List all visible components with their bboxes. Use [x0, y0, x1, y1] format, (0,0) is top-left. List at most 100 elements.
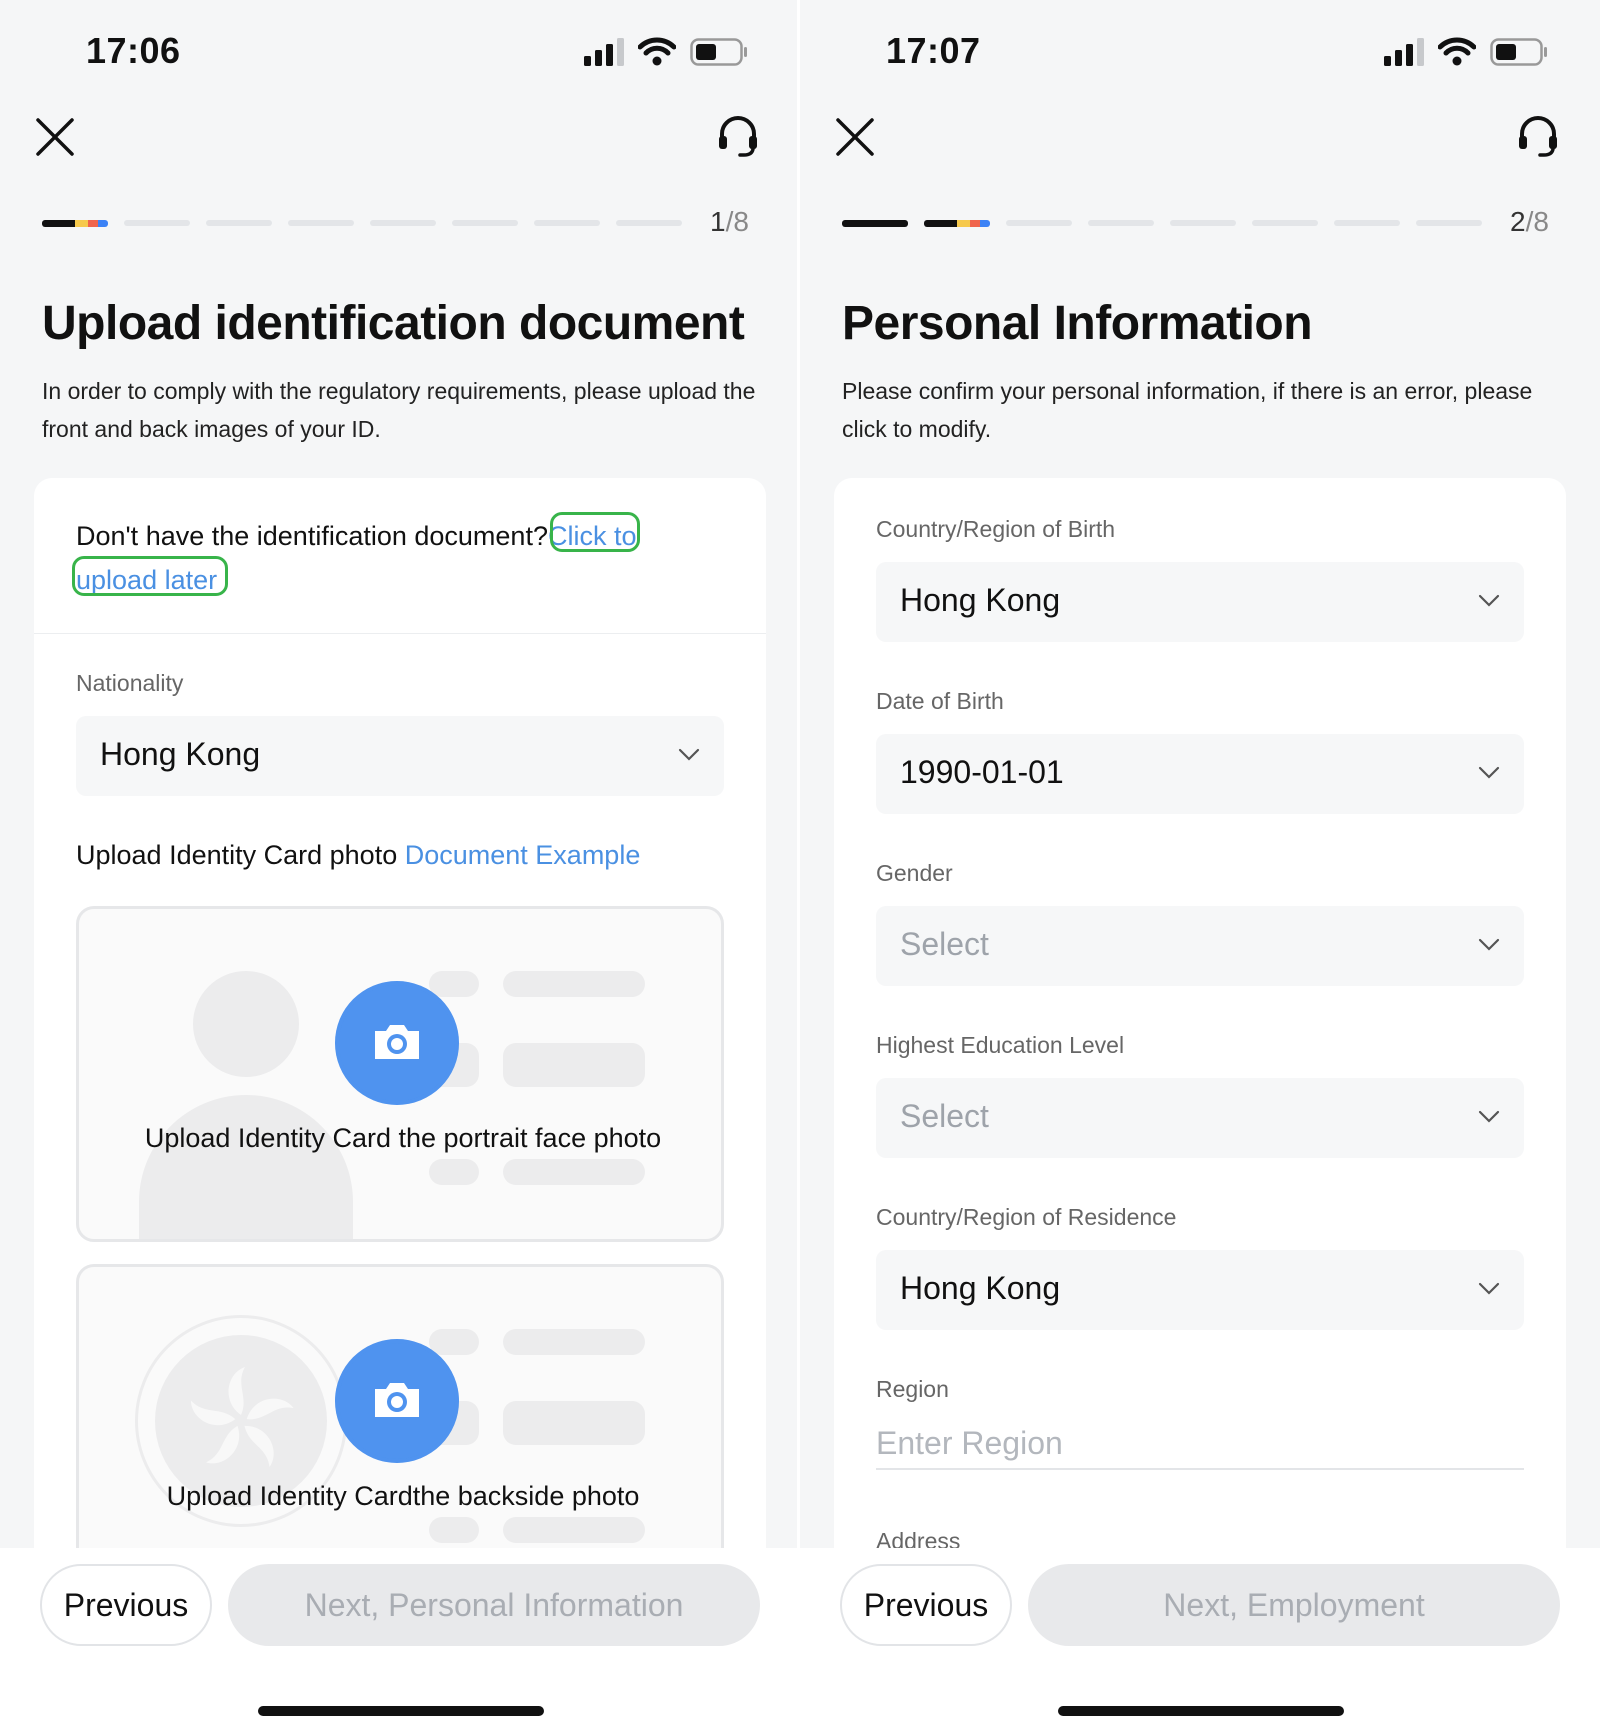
progress-segment	[206, 220, 272, 226]
headset-icon[interactable]	[1516, 114, 1560, 158]
education-placeholder: Select	[900, 1098, 989, 1134]
step-counter: 2/8	[1510, 206, 1549, 238]
placeholder-line	[429, 971, 479, 997]
battery-icon	[1490, 38, 1547, 66]
camera-button[interactable]	[335, 1339, 459, 1463]
upload-section-title: Upload Identity Card photo Document Exam…	[76, 840, 640, 871]
chevron-down-icon	[1478, 766, 1500, 779]
step-current: 1	[710, 206, 726, 237]
highlight-box	[72, 556, 228, 596]
education-select[interactable]: Select	[876, 1078, 1524, 1158]
upload-card: Don't have the identification document?C…	[34, 478, 766, 1664]
birth-country-label: Country/Region of Birth	[876, 516, 1116, 542]
highlight-box	[550, 512, 640, 552]
birth-country-select[interactable]: Hong Kong	[876, 562, 1524, 642]
chevron-down-icon	[1478, 594, 1500, 607]
close-icon[interactable]	[834, 116, 876, 158]
step-current: 2	[1510, 206, 1526, 237]
progress-segment	[370, 220, 436, 226]
no-document-question: Don't have the identification document?	[76, 521, 548, 551]
page-title: Personal Information	[842, 297, 1313, 350]
progress-segment	[1170, 220, 1236, 226]
step-progress-bar	[842, 220, 1482, 228]
chevron-down-icon	[678, 748, 700, 761]
nationality-select[interactable]: Hong Kong	[76, 716, 724, 796]
placeholder-line	[429, 1159, 479, 1185]
camera-button[interactable]	[335, 981, 459, 1105]
gender-select[interactable]: Select	[876, 906, 1524, 986]
placeholder-line	[503, 1329, 645, 1355]
progress-segment	[42, 220, 108, 227]
dob-label: Date of Birth	[876, 688, 1004, 714]
document-example-link[interactable]: Document Example	[405, 840, 641, 870]
bauhinia-emblem-icon	[190, 1367, 294, 1468]
gender-label: Gender	[876, 860, 953, 886]
progress-segment	[842, 220, 908, 227]
page-description: Please confirm your personal information…	[842, 378, 1533, 442]
placeholder-line	[503, 1043, 645, 1087]
next-button[interactable]: Next, Employment	[1028, 1564, 1560, 1646]
left-screen-upload-document: 17:06 1/8 Upload identification document…	[0, 0, 800, 1732]
headset-icon[interactable]	[716, 114, 760, 158]
bottom-action-bar: Previous Next, Employment	[800, 1548, 1600, 1732]
signal-icon	[1384, 38, 1424, 66]
status-bar: 17:06	[0, 0, 800, 100]
previous-button[interactable]: Previous	[840, 1564, 1012, 1646]
page-description: In order to comply with the regulatory r…	[42, 378, 756, 442]
progress-segment	[288, 220, 354, 226]
camera-icon	[375, 1025, 419, 1059]
birth-country-value: Hong Kong	[900, 582, 1061, 618]
step-total: 8	[1533, 206, 1549, 237]
dob-value: 1990-01-01	[900, 754, 1064, 790]
personal-info-card: Country/Region of Birth Hong Kong Date o…	[834, 478, 1566, 1628]
chevron-down-icon	[1478, 938, 1500, 951]
previous-button[interactable]: Previous	[40, 1564, 212, 1646]
progress-segment	[534, 220, 600, 226]
chevron-down-icon	[1478, 1110, 1500, 1123]
progress-segment	[1088, 220, 1154, 226]
progress-segment	[924, 220, 990, 227]
progress-segment	[1006, 220, 1072, 226]
placeholder-line	[503, 1401, 645, 1445]
progress-segment	[1334, 220, 1400, 226]
placeholder-line	[503, 1517, 645, 1543]
divider	[34, 633, 766, 634]
signal-icon	[584, 38, 624, 66]
page-title: Upload identification document	[42, 297, 745, 350]
upload-front-label: Upload Identity Card the portrait face p…	[144, 1123, 662, 1153]
progress-segment	[616, 220, 682, 226]
next-button[interactable]: Next, Personal Information	[228, 1564, 760, 1646]
placeholder-body	[139, 1095, 353, 1239]
camera-icon	[375, 1383, 419, 1417]
step-total: 8	[733, 206, 749, 237]
placeholder-line	[503, 971, 645, 997]
progress-segment	[452, 220, 518, 226]
status-bar: 17:07	[800, 0, 1600, 100]
education-label: Highest Education Level	[876, 1032, 1125, 1058]
placeholder-line	[503, 1159, 645, 1185]
home-indicator	[258, 1706, 544, 1716]
chevron-down-icon	[1478, 1282, 1500, 1295]
region-input[interactable]	[876, 1418, 1524, 1470]
upload-front-photo[interactable]: Upload Identity Card the portrait face p…	[76, 906, 724, 1242]
placeholder-line	[429, 1329, 479, 1355]
close-icon[interactable]	[34, 116, 76, 158]
upload-title-text: Upload Identity Card photo	[76, 840, 398, 870]
dob-select[interactable]: 1990-01-01	[876, 734, 1524, 814]
screenshot-stage: 17:06 1/8 Upload identification document…	[0, 0, 1600, 1732]
progress-segment	[1252, 220, 1318, 226]
placeholder-head	[193, 971, 299, 1077]
placeholder-line	[429, 1517, 479, 1543]
step-counter: 1/8	[710, 206, 749, 238]
step-progress-bar	[42, 220, 682, 228]
region-label: Region	[876, 1376, 949, 1402]
progress-segment	[124, 220, 190, 226]
upload-back-label: Upload Identity Cardthe backside photo	[166, 1481, 640, 1511]
bottom-action-bar: Previous Next, Personal Information	[0, 1548, 800, 1732]
battery-icon	[690, 38, 747, 66]
nationality-value: Hong Kong	[100, 736, 261, 772]
nationality-label: Nationality	[76, 670, 184, 696]
residence-select[interactable]: Hong Kong	[876, 1250, 1524, 1330]
progress-segment	[1416, 220, 1482, 226]
gender-placeholder: Select	[900, 926, 989, 962]
